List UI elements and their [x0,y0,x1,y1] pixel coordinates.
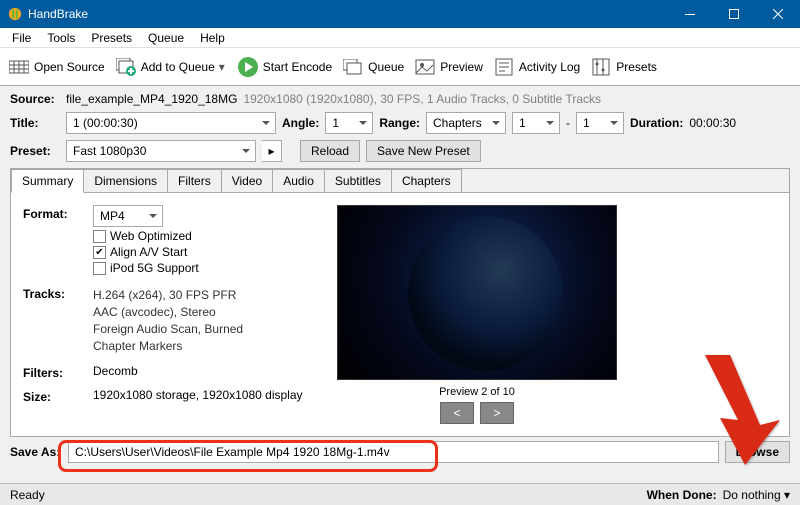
when-done-label: When Done: [647,488,717,502]
range-type-select[interactable]: Chapters [426,112,506,134]
preview-icon [414,56,436,78]
duration-label: Duration: [630,116,683,130]
play-icon [237,56,259,78]
preset-label: Preset: [10,144,60,158]
menu-help[interactable]: Help [192,29,233,47]
start-encode-button[interactable]: Start Encode [237,56,332,78]
angle-select[interactable]: 1 [325,112,373,134]
tab-summary[interactable]: Summary [11,169,84,193]
format-select[interactable]: MP4 [93,205,163,227]
tab-dimensions[interactable]: Dimensions [83,169,168,192]
duration-value: 00:00:30 [689,116,736,130]
range-to-select[interactable]: 1 [576,112,624,134]
queue-add-icon [115,56,137,78]
video-source-icon [8,56,30,78]
toolbar: Open Source Add to Queue ▾ Start Encode … [0,48,800,86]
source-label: Source: [10,92,60,106]
menu-queue[interactable]: Queue [140,29,192,47]
size-label: Size: [23,388,93,404]
preview-prev-button[interactable]: < [440,402,474,424]
track-chapters: Chapter Markers [93,339,303,353]
format-label: Format: [23,205,93,277]
tab-filters[interactable]: Filters [167,169,222,192]
menu-tools[interactable]: Tools [39,29,83,47]
tabs: Summary Dimensions Filters Video Audio S… [11,169,789,193]
title-select[interactable]: 1 (00:00:30) [66,112,276,134]
preview-caption: Preview 2 of 10 [439,386,515,398]
app-logo-icon [8,7,22,21]
tracks-label: Tracks: [23,285,93,356]
source-filename: file_example_MP4_1920_18MG [66,92,237,106]
track-audio: AAC (avcodec), Stereo [93,305,303,319]
browse-button[interactable]: Browse [725,441,790,463]
preview-button[interactable]: Preview [414,56,483,78]
range-from-select[interactable]: 1 [512,112,560,134]
tab-subtitles[interactable]: Subtitles [324,169,392,192]
title-bar: HandBrake [0,0,800,28]
maximize-button[interactable] [712,0,756,28]
reload-button[interactable]: Reload [300,140,360,162]
presets-button[interactable]: Presets [590,56,657,78]
source-info: 1920x1080 (1920x1080), 30 FPS, 1 Audio T… [243,92,601,106]
save-as-input[interactable] [68,441,719,463]
log-icon [493,56,515,78]
tab-chapters[interactable]: Chapters [391,169,462,192]
align-av-checkbox[interactable]: Align A/V Start [93,245,303,259]
track-video: H.264 (x264), 30 FPS PFR [93,288,303,302]
window-title: HandBrake [28,7,668,21]
filters-value: Decomb [93,364,138,378]
range-dash: - [566,116,570,130]
menu-file[interactable]: File [4,29,39,47]
queue-icon [342,56,364,78]
save-new-preset-button[interactable]: Save New Preset [366,140,481,162]
angle-label: Angle: [282,116,319,130]
preset-select[interactable]: Fast 1080p30 [66,140,256,162]
presets-icon [590,56,612,78]
minimize-button[interactable] [668,0,712,28]
ipod-5g-checkbox[interactable]: iPod 5G Support [93,261,303,275]
close-button[interactable] [756,0,800,28]
status-text: Ready [10,488,45,502]
save-as-label: Save As: [10,445,62,459]
tab-container: Summary Dimensions Filters Video Audio S… [10,168,790,437]
status-bar: Ready When Done: Do nothing ▾ [0,483,800,505]
when-done-select[interactable]: Do nothing ▾ [723,488,790,502]
size-value: 1920x1080 storage, 1920x1080 display [93,388,303,402]
menu-presets[interactable]: Presets [83,29,140,47]
preview-next-button[interactable]: > [480,402,514,424]
activity-log-button[interactable]: Activity Log [493,56,580,78]
title-label: Title: [10,116,60,130]
tab-audio[interactable]: Audio [272,169,325,192]
preset-run-button[interactable]: ▸ [262,140,282,162]
track-subtitle: Foreign Audio Scan, Burned [93,322,303,336]
filters-label: Filters: [23,364,93,380]
tab-video[interactable]: Video [221,169,273,192]
open-source-button[interactable]: Open Source [8,56,105,78]
menu-bar: File Tools Presets Queue Help [0,28,800,48]
preview-thumbnail [337,205,617,380]
add-to-queue-button[interactable]: Add to Queue ▾ [115,56,227,78]
web-optimized-checkbox[interactable]: Web Optimized [93,229,303,243]
chevron-down-icon[interactable]: ▾ [219,60,227,74]
range-label: Range: [379,116,420,130]
queue-button[interactable]: Queue [342,56,404,78]
